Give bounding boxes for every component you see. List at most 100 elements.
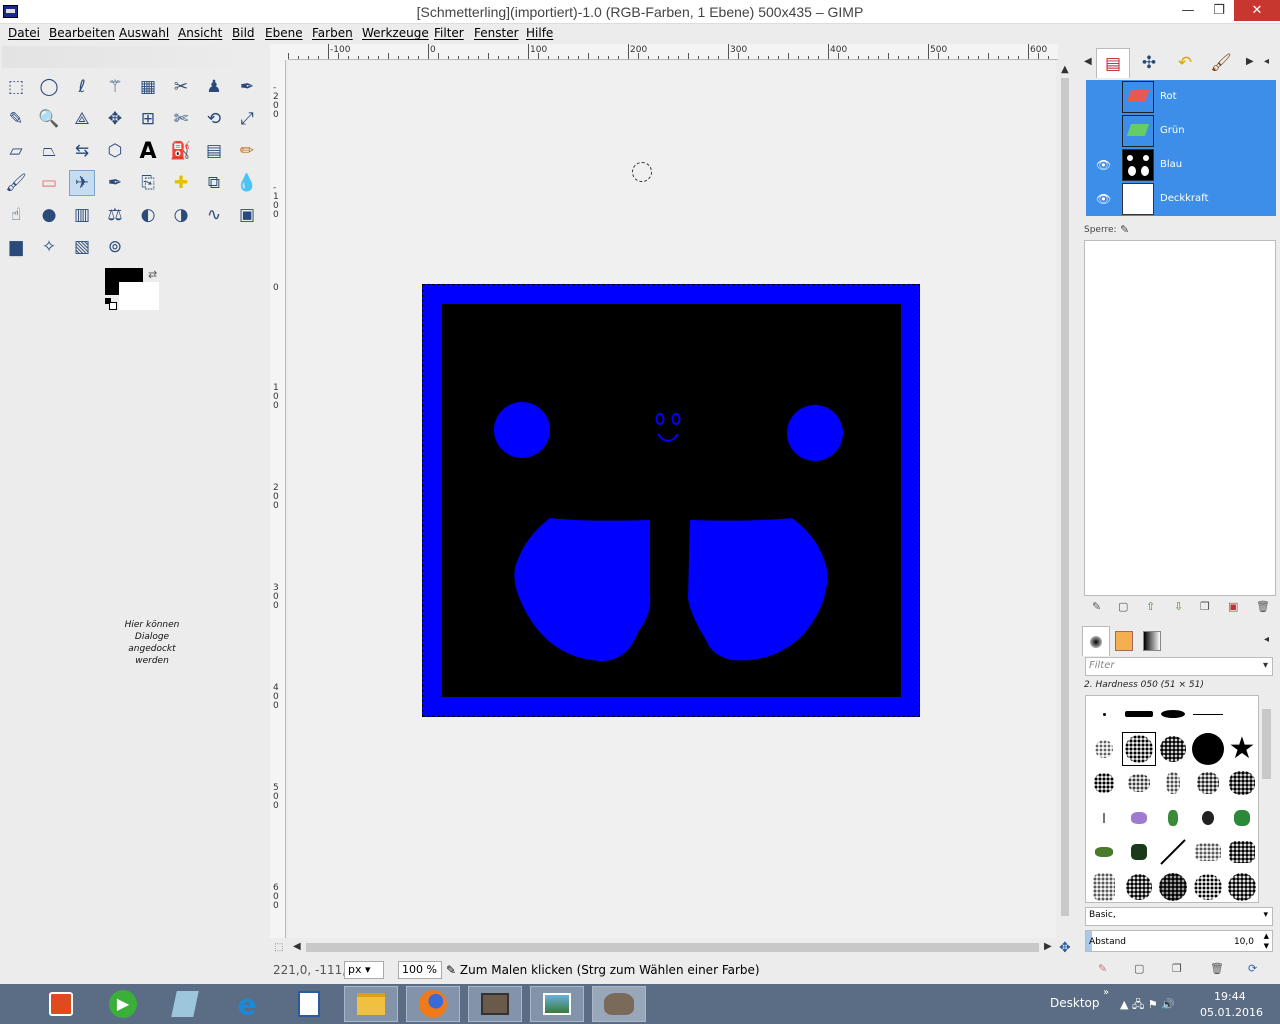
default-colors-icon[interactable] [105, 298, 117, 310]
brush-preset[interactable] [1122, 870, 1156, 904]
toolbar-chevron-icon[interactable]: » [1103, 987, 1109, 998]
navigate-icon[interactable]: ✥ [1059, 940, 1071, 956]
hue-saturation-icon[interactable]: ◐ [135, 202, 161, 228]
foreground-select-icon[interactable]: ♟ [201, 74, 227, 100]
image-canvas[interactable] [422, 284, 920, 717]
brush-preset[interactable] [1191, 835, 1225, 869]
dock-tabs-right-icon[interactable]: ▶ [1246, 56, 1254, 67]
menu-farben[interactable]: Farben [312, 26, 353, 40]
scroll-up-icon[interactable]: ▲ [1061, 64, 1069, 75]
channel-row-red[interactable]: Rot [1086, 80, 1276, 114]
cage-transform-icon[interactable]: ⬡ [102, 138, 128, 164]
brush-preset[interactable] [1156, 697, 1190, 731]
ink-icon[interactable]: ✒ [102, 170, 128, 196]
zoom-select[interactable]: 100 % [398, 961, 442, 979]
menu-bild[interactable]: Bild [232, 26, 255, 40]
clock-date[interactable]: 05.01.2016 [1200, 1006, 1263, 1019]
brush-scrollbar[interactable] [1260, 695, 1273, 903]
office-icon[interactable] [34, 986, 88, 1022]
delete-channel-icon[interactable]: 🗑 [1256, 600, 1270, 613]
vertical-scrollbar[interactable]: ▲ [1058, 60, 1072, 938]
align-icon[interactable]: ⊞ [135, 106, 161, 132]
chevron-down-icon[interactable]: ▾ [1263, 660, 1268, 671]
spacing-slider[interactable]: Abstand 10,0 ▲ ▼ [1085, 930, 1273, 952]
menu-auswahl[interactable]: Auswahl [119, 26, 169, 40]
word-icon[interactable] [282, 986, 336, 1022]
scroll-left-icon[interactable]: ◀ [293, 941, 301, 952]
quick-mask-icon[interactable]: ⬚ [274, 942, 283, 953]
brush-preset[interactable] [1087, 870, 1121, 904]
firefox-icon[interactable] [406, 986, 460, 1022]
tab-paths[interactable]: ✣ [1132, 48, 1166, 78]
scissors-select-icon[interactable]: ✂ [168, 74, 194, 100]
brush-preset[interactable] [1087, 732, 1121, 766]
colorize-icon[interactable]: ▣ [234, 202, 260, 228]
free-select-icon[interactable]: ℓ [69, 74, 95, 100]
dodge-burn-icon[interactable]: ● [36, 202, 62, 228]
blur-icon[interactable]: 💧 [234, 170, 260, 196]
tab-brushes[interactable] [1082, 626, 1110, 656]
media-player-icon[interactable]: ▶ [96, 986, 150, 1022]
brush-preset[interactable] [1191, 697, 1225, 731]
brush-preset[interactable] [1225, 801, 1259, 835]
pencil-icon[interactable]: ✏ [234, 138, 260, 164]
scroll-right-icon[interactable]: ▶ [1044, 941, 1052, 952]
menu-ansicht[interactable]: Ansicht [178, 26, 222, 40]
dock-menu-icon[interactable]: ◂ [1264, 56, 1269, 67]
scale-icon[interactable]: ⤢ [234, 106, 260, 132]
duplicate-channel-icon[interactable]: ❐ [1200, 600, 1210, 613]
eye-icon[interactable]: 👁 [1096, 158, 1111, 172]
move-icon[interactable]: ✥ [102, 106, 128, 132]
brush-preset[interactable] [1122, 697, 1156, 731]
brush-preset[interactable] [1225, 835, 1259, 869]
new-brush-icon[interactable]: ▢ [1134, 962, 1144, 975]
tab-layers[interactable]: ▤ [1096, 48, 1130, 78]
brush-preset[interactable] [1087, 766, 1121, 800]
shear-icon[interactable]: ▱ [3, 138, 29, 164]
channel-row-alpha[interactable]: 👁 Deckkraft [1086, 182, 1276, 216]
smudge-icon[interactable]: ☝ [3, 202, 29, 228]
threshold-icon[interactable]: ◑ [168, 202, 194, 228]
menu-werkzeuge[interactable]: Werkzeuge [362, 26, 429, 40]
maximize-button[interactable]: ❐ [1203, 0, 1235, 21]
menu-fenster[interactable]: Fenster [474, 26, 519, 40]
brush-preset[interactable]: ★ [1225, 731, 1259, 766]
measure-icon[interactable]: ⟁ [69, 106, 95, 132]
flag-icon[interactable]: ⚑ [1148, 998, 1158, 1011]
volume-icon[interactable]: 🔊 [1161, 998, 1175, 1011]
tab-brushes-tool[interactable]: 🖌 [1204, 48, 1238, 78]
lock-pixels-icon[interactable]: ✎ [1120, 223, 1129, 236]
brush-preset[interactable] [1122, 801, 1156, 835]
video-editor-icon[interactable] [468, 986, 522, 1022]
menu-filter[interactable]: Filter [434, 26, 464, 40]
delete-brush-icon[interactable]: 🗑 [1210, 962, 1224, 975]
brush-preset[interactable] [1156, 732, 1190, 766]
horizontal-scroll-thumb[interactable] [306, 943, 1039, 952]
horizontal-ruler[interactable]: -100 0 100 200 300 400 500 600 [288, 44, 1058, 60]
internet-explorer-icon[interactable]: e [220, 986, 274, 1022]
brush-preset[interactable] [1191, 870, 1225, 904]
tab-undo[interactable]: ↶ [1168, 48, 1202, 78]
perspective-icon[interactable]: ⏢ [36, 138, 62, 164]
tab-patterns[interactable] [1110, 626, 1138, 656]
brush-preset[interactable] [1156, 870, 1190, 904]
color-balance-icon[interactable]: ⚖ [102, 202, 128, 228]
paths-icon[interactable]: ✒ [234, 74, 260, 100]
tray-expand-icon[interactable]: ▲ [1120, 998, 1128, 1011]
brush-preset[interactable] [1087, 835, 1121, 869]
clock-time[interactable]: 19:44 [1214, 990, 1246, 1003]
brush-preset[interactable] [1225, 870, 1259, 904]
brush-preset[interactable] [1087, 801, 1121, 835]
new-channel-icon[interactable]: ▢ [1118, 600, 1128, 613]
minimize-button[interactable]: — [1172, 0, 1204, 21]
eraser-icon[interactable]: ▭ [36, 170, 62, 196]
close-button[interactable]: ✕ [1234, 0, 1280, 21]
rotate-icon[interactable]: ⟲ [201, 106, 227, 132]
channel-row-blue[interactable]: 👁 Blau [1086, 148, 1276, 182]
refresh-brushes-icon[interactable]: ⟳ [1248, 962, 1257, 975]
system-tray[interactable]: ▲ 🖧 ⚑ 🔊 [1120, 996, 1175, 1015]
brush-preset[interactable] [1087, 697, 1121, 731]
unit-select[interactable]: px ▾ [344, 961, 384, 979]
dock-tabs-left-icon[interactable]: ◀ [1084, 56, 1092, 67]
clone-icon[interactable]: ⎘ [135, 170, 161, 196]
